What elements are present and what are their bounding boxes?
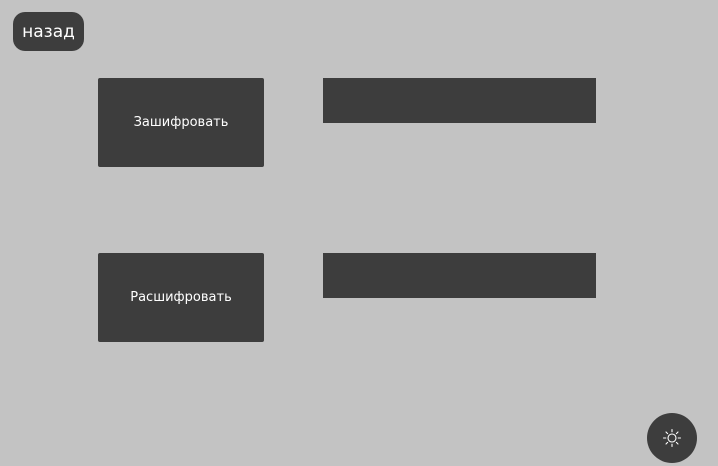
sun-icon bbox=[662, 428, 682, 448]
encrypt-button[interactable]: Зашифровать bbox=[98, 78, 264, 167]
encrypt-text-field[interactable] bbox=[323, 78, 596, 123]
decrypt-text-field[interactable] bbox=[323, 253, 596, 298]
theme-toggle-button[interactable] bbox=[647, 413, 697, 463]
back-button[interactable]: назад bbox=[13, 12, 84, 51]
decrypt-button[interactable]: Расшифровать bbox=[98, 253, 264, 342]
